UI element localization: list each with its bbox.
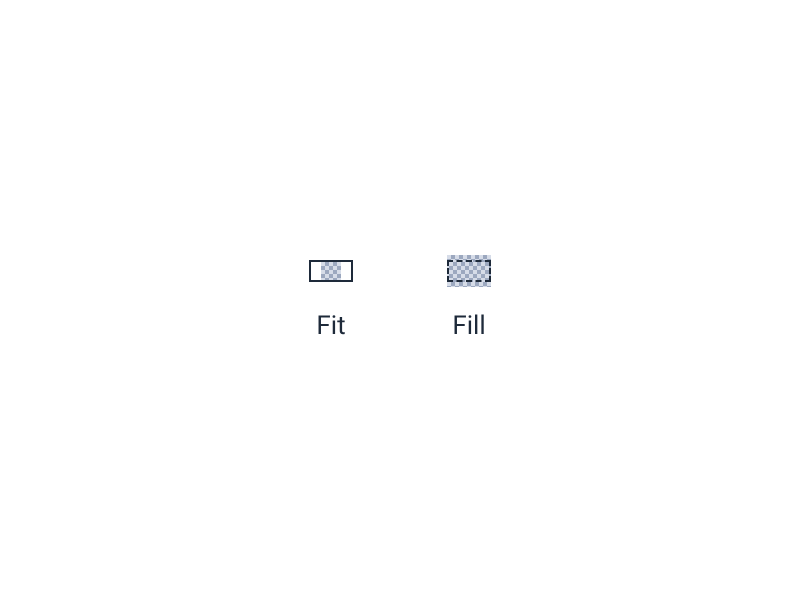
fill-option[interactable]: Fill [445,259,493,341]
fit-icon-wrapper [307,259,355,283]
fill-icon-wrapper [445,259,493,283]
fill-icon [447,260,491,282]
fit-option[interactable]: Fit [307,259,355,341]
fit-icon-inner [321,262,341,280]
fit-icon [309,260,353,282]
fill-label: Fill [452,311,485,341]
fit-label: Fit [316,311,345,341]
sizing-options-group: Fit Fill [307,259,493,341]
